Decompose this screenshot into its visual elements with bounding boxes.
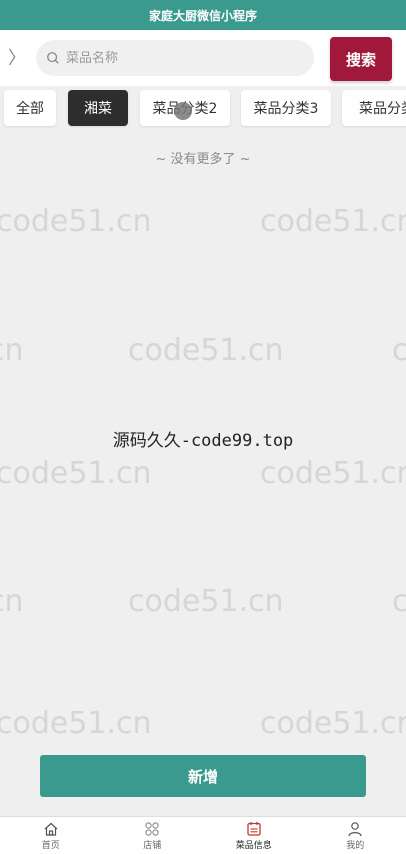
tab-category-3[interactable]: 菜品分类3 (241, 90, 331, 126)
chevron-right-icon[interactable]: 〉 (8, 44, 26, 70)
watermark: code51.cn (128, 584, 284, 619)
home-icon (44, 822, 58, 836)
nav-label: 菜品信息 (235, 840, 272, 851)
watermark: code51.cn (392, 584, 406, 619)
tab-all[interactable]: 全部 (4, 90, 56, 126)
search-input[interactable] (66, 50, 286, 66)
app-title: 家庭大厨微信小程序 (148, 8, 257, 23)
nav-label: 店铺 (143, 840, 162, 851)
watermark: code51.cn (260, 204, 406, 239)
tab-xiangcai[interactable]: 湘菜 (68, 90, 128, 126)
list-end-status: ~ 没有更多了 ~ (155, 152, 251, 167)
category-tabs: 全部 湘菜 菜品分类2 菜品分类3 菜品分类 (0, 86, 406, 132)
grid-icon (145, 821, 159, 836)
tab-category-4[interactable]: 菜品分类 (342, 90, 406, 126)
app-title-bar: 家庭大厨微信小程序 (0, 0, 406, 30)
watermark: code51.cn (392, 333, 406, 368)
watermark: code51.cn (0, 584, 24, 619)
nav-item-profile[interactable]: 我的 (305, 817, 406, 854)
nav-label: 首页 (41, 840, 60, 851)
watermark: code51.cn (260, 456, 406, 491)
watermark: code51.cn (0, 456, 152, 491)
watermark: code51.cn (0, 204, 152, 239)
user-icon (348, 821, 362, 836)
center-watermark: 源码久久-code99.top (112, 431, 294, 451)
nav-item-store[interactable]: 店铺 (102, 817, 204, 854)
menu-list-icon (247, 821, 261, 836)
watermark: code51.cn (0, 333, 24, 368)
nav-item-dishes[interactable]: 菜品信息 (203, 817, 305, 854)
watermark: code51.cn (260, 706, 406, 741)
search-icon (47, 52, 59, 64)
nav-item-home[interactable]: 首页 (0, 817, 102, 854)
add-button[interactable]: 新增 (40, 755, 366, 797)
bottom-nav: 首页 店铺 菜品信息 我的 (0, 816, 406, 854)
search-box[interactable] (36, 40, 314, 76)
search-area: 〉 搜索 (0, 30, 406, 86)
nav-label: 我的 (346, 840, 365, 851)
watermark: code51.cn (0, 706, 152, 741)
watermark: code51.cn (128, 333, 284, 368)
touch-indicator (174, 102, 192, 120)
search-button[interactable]: 搜索 (330, 37, 392, 81)
